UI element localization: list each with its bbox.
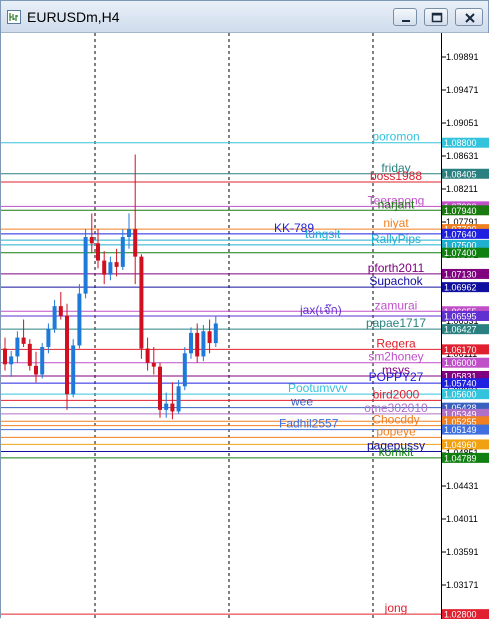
candle-body (207, 331, 212, 344)
axis-tick-label: 1.04011 (446, 514, 478, 524)
level-name: POPPY27 (369, 370, 424, 384)
level-name: boss1988 (370, 169, 422, 183)
candle-body (21, 337, 26, 344)
axis-tick-label: 1.04431 (446, 481, 479, 491)
candle-body (139, 256, 144, 349)
price-tag-label: 1.06595 (444, 311, 477, 321)
candle-body (46, 328, 51, 348)
price-tag-label: 1.04960 (444, 440, 477, 450)
candle-body (213, 323, 218, 344)
candle-body (108, 262, 113, 275)
axis-tick-label: 1.09051 (446, 118, 479, 128)
candle-body (133, 229, 138, 257)
price-tag-label: 1.06427 (444, 325, 477, 335)
candle-body (151, 362, 156, 367)
axis-tick-label: 1.08631 (446, 151, 479, 161)
candle-body (189, 332, 193, 354)
candle-body (102, 260, 107, 275)
axis-tick-label: 1.03171 (446, 580, 479, 590)
price-tag-label: 1.05149 (444, 425, 477, 435)
candle-body (65, 315, 69, 395)
candle-body (15, 337, 20, 357)
candle-body (58, 306, 63, 316)
level-name: Regera (376, 336, 416, 350)
candle-body (96, 243, 100, 261)
candle-body (114, 262, 119, 267)
price-tag-label: 1.05600 (444, 390, 477, 400)
level-name: popeye (376, 424, 416, 438)
candle-body (9, 356, 14, 365)
level-name: sm2honey (368, 350, 423, 364)
level-name: RallyPips (371, 232, 421, 246)
candle-body (52, 306, 57, 329)
price-tag-label: 1.08800 (444, 138, 477, 148)
candle-body (34, 365, 38, 375)
candle-body (77, 293, 82, 346)
price-tag-label: 1.07640 (444, 229, 477, 239)
candle-body (89, 237, 94, 244)
price-tag-label: 1.05740 (444, 379, 477, 389)
candle-body (201, 331, 206, 357)
axis-tick-label: 1.09471 (446, 85, 479, 95)
level-name: tungsit (305, 227, 341, 241)
price-tag-label: 1.07400 (444, 248, 477, 258)
level-name: narjant (378, 197, 415, 211)
candle-body (164, 403, 169, 410)
level-name: pforth2011 (368, 261, 425, 275)
candle-body (27, 343, 32, 366)
candle-body (182, 353, 187, 387)
candle-body (120, 237, 125, 267)
level-name: zamurai (375, 298, 418, 312)
price-tag-label: 1.08405 (444, 169, 477, 179)
candle-body (71, 345, 76, 395)
price-tag-label: 1.07940 (444, 206, 477, 216)
level-name: Pootumvvv (288, 381, 347, 395)
level-name: niyat (383, 216, 409, 230)
price-tag-label: 1.06962 (444, 283, 477, 293)
level-name: Supachok (369, 274, 423, 288)
candle-body (145, 348, 150, 363)
level-name: Fadhil2557 (279, 417, 339, 431)
level-name: bird2000 (373, 387, 420, 401)
level-name: jong (384, 601, 408, 615)
level-name: wee (290, 395, 313, 409)
candle-body (158, 366, 162, 410)
axis-tick-label: 1.09891 (446, 52, 479, 62)
candle-body (176, 386, 181, 412)
price-tag-label: 1.06170 (444, 345, 477, 355)
axis-tick-label: 1.03591 (446, 547, 479, 557)
level-name: poromon (372, 130, 419, 144)
price-tag-label: 1.06000 (444, 358, 477, 368)
chart-canvas: 1.098911.094711.090511.086311.082111.077… (1, 33, 489, 619)
axis-tick-label: 1.08211 (446, 184, 478, 194)
price-tag-label: 1.07130 (444, 269, 477, 279)
level-name: komkit (379, 445, 414, 459)
candle-body (170, 403, 175, 412)
candle-body (3, 348, 7, 365)
candle-body (127, 229, 131, 238)
chart-window: EURUSDm,H4 1.09891 1.09471 1.09051 1.08631 1… (0, 0, 489, 619)
candle-body (195, 332, 200, 357)
level-name: jax(เจ๊ก) (299, 303, 342, 317)
candle-body (83, 237, 88, 294)
candle-body (40, 347, 45, 375)
price-tag-label: 1.04789 (444, 453, 477, 463)
level-name: papae1717 (366, 316, 426, 330)
